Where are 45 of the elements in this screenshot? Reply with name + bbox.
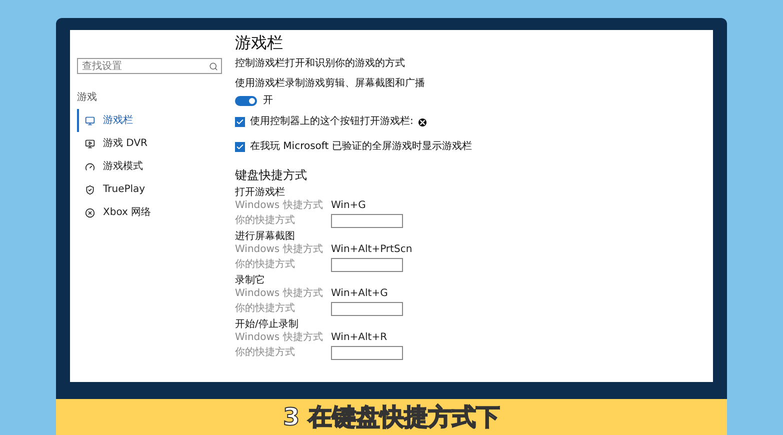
sidebar-item[interactable]: 游戏 DVR xyxy=(77,132,222,155)
shortcut-label: 你的快捷方式 xyxy=(235,214,296,228)
shortcut-label: Windows 快捷方式 xyxy=(235,286,324,300)
shortcut-value: Win+Alt+G xyxy=(331,286,388,300)
shortcut-label: Windows 快捷方式 xyxy=(235,242,324,256)
shortcut-input[interactable] xyxy=(331,302,403,316)
shortcut-value: Win+Alt+R xyxy=(331,330,388,344)
search-field[interactable]: 查找设置 xyxy=(77,58,222,74)
toggle-state: 开 xyxy=(263,94,273,108)
toggle-label: 使用游戏栏录制游戏剪辑、屏幕截图和广播 xyxy=(235,78,426,90)
shortcut-label: Windows 快捷方式 xyxy=(235,330,324,344)
checkbox[interactable] xyxy=(235,117,245,127)
section-label: 游戏 xyxy=(77,90,98,105)
shortcut-label: 你的快捷方式 xyxy=(235,346,296,360)
checkbox-label: 在我玩 Microsoft 已验证的全屏游戏时显示游戏栏 xyxy=(250,141,472,153)
shortcut-label: 你的快捷方式 xyxy=(235,258,296,272)
sidebar-item[interactable]: Xbox 网络 xyxy=(77,201,222,224)
nav-icon xyxy=(85,208,95,218)
shortcut-input[interactable] xyxy=(331,214,403,228)
checkbox[interactable] xyxy=(235,142,245,152)
search-icon xyxy=(209,62,218,70)
shortcut-title: 进行屏幕截图 xyxy=(235,231,295,243)
shortcut-label: Windows 快捷方式 xyxy=(235,198,324,212)
shortcut-title: 开始/停止录制 xyxy=(235,319,298,331)
checkbox-label: 使用控制器上的这个按钮打开游戏栏: xyxy=(250,116,414,128)
sidebar-item[interactable]: TruePlay xyxy=(77,178,222,201)
nav-icon xyxy=(85,184,95,194)
section-heading: 键盘快捷方式 xyxy=(235,167,308,183)
nav-icon xyxy=(85,162,95,172)
sidebar-item[interactable]: 游戏栏 xyxy=(77,109,222,132)
shortcut-value: Win+Alt+PrtScn xyxy=(331,242,412,256)
shortcut-title: 打开游戏栏 xyxy=(235,187,285,199)
shortcut-value: Win+G xyxy=(331,198,366,212)
shortcut-label: 你的快捷方式 xyxy=(235,302,296,316)
sidebar-item[interactable]: 游戏模式 xyxy=(77,155,222,178)
shortcut-title: 录制它 xyxy=(235,275,265,287)
page-title: 游戏栏 xyxy=(235,32,284,54)
shortcut-input[interactable] xyxy=(331,258,403,272)
toggle-switch[interactable] xyxy=(235,96,257,106)
nav-icon xyxy=(85,116,95,126)
shortcut-input[interactable] xyxy=(331,346,403,360)
nav-icon xyxy=(85,138,95,148)
xbox-logo-icon xyxy=(418,118,428,126)
caption-text: 3 在键盘快捷方式下 xyxy=(282,402,500,433)
page-description: 控制游戏栏打开和识别你的游戏的方式 xyxy=(235,58,406,70)
